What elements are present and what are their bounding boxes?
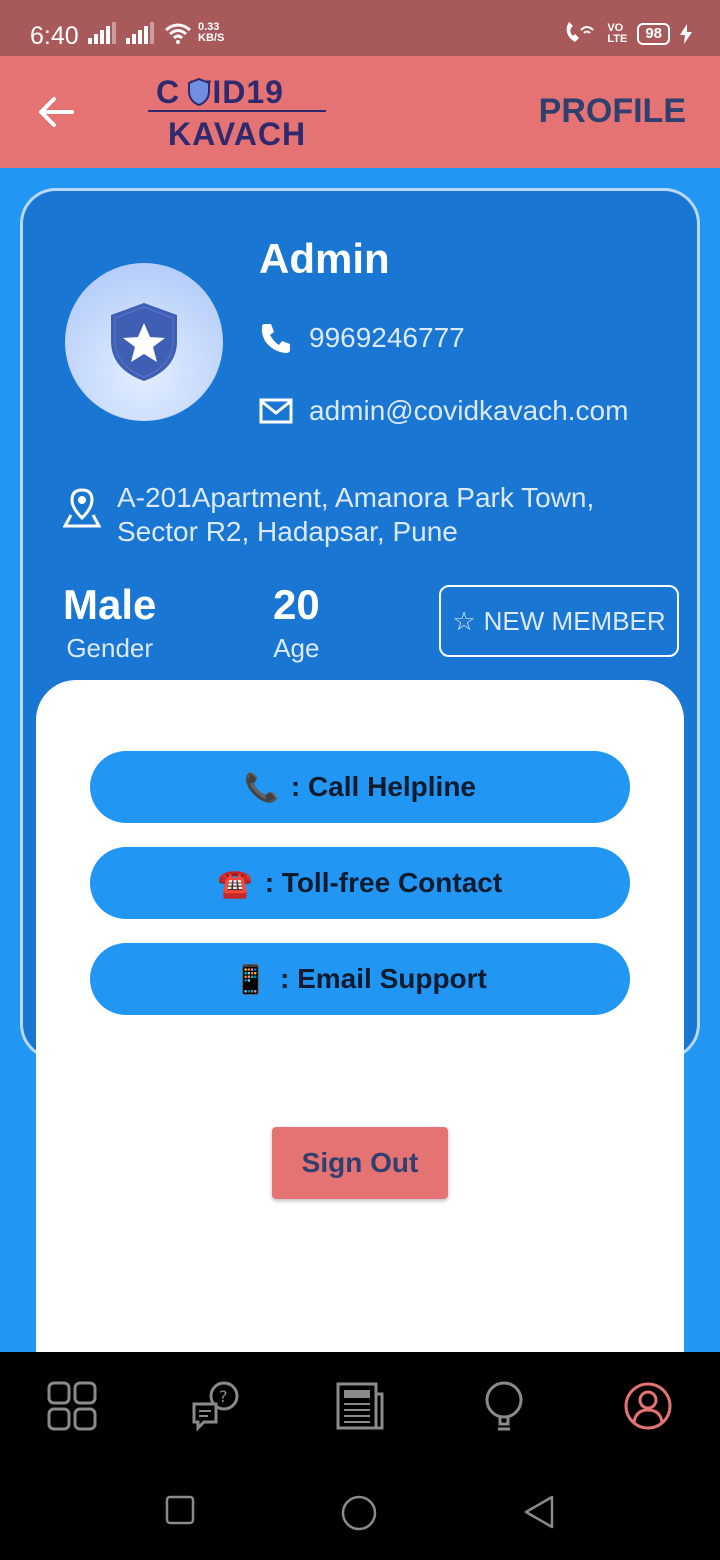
logo-divider: [148, 110, 326, 112]
call-helpline-label: : Call Helpline: [290, 771, 477, 802]
signal-strength-icon: [88, 22, 116, 44]
toll-free-contact-label: : Toll-free Contact: [264, 867, 503, 898]
logo-bottom-text: KAVACH: [168, 116, 307, 152]
back-icon[interactable]: [522, 1494, 556, 1530]
app-bar: C VID19 KAVACH PROFILE: [0, 56, 720, 168]
battery-icon: 98: [637, 23, 670, 45]
telephone-icon: ☎️: [217, 866, 253, 900]
signal-strength-icon-2: [126, 22, 154, 44]
email-support-label: : Email Support: [279, 963, 487, 994]
age-value: 20: [273, 581, 320, 628]
address-line-1: A-201Apartment, Amanora Park Town,: [117, 482, 595, 513]
net-speed-unit: KB/S: [198, 32, 225, 44]
status-right: VO LTE 98: [563, 22, 692, 46]
police-badge-icon: [111, 303, 177, 381]
action-panel: 📞 : Call Helpline ☎️ : Toll-free Contact…: [36, 680, 684, 1380]
bottom-nav: ?: [0, 1352, 720, 1460]
battery-level: 98: [645, 25, 662, 42]
dashboard-icon[interactable]: [46, 1380, 98, 1432]
gender-stat: Male Gender: [63, 581, 156, 664]
profile-icon[interactable]: [622, 1380, 674, 1432]
telephone-receiver-icon: 📞: [243, 770, 279, 804]
page-title: PROFILE: [538, 92, 686, 130]
call-helpline-button[interactable]: 📞 : Call Helpline: [90, 751, 630, 823]
mobile-phone-icon: 📱: [233, 962, 268, 996]
address-row: A-201Apartment, Amanora Park Town, Secto…: [63, 481, 594, 549]
news-icon[interactable]: [334, 1380, 386, 1432]
age-label: Age: [273, 633, 320, 663]
user-name: Admin: [259, 235, 390, 282]
status-bar: 6:40 0.33 KB/S VO LTE 98: [0, 0, 720, 56]
svg-text:?: ?: [219, 1387, 228, 1406]
star-icon: ☆: [452, 605, 476, 636]
home-icon[interactable]: [340, 1494, 378, 1532]
net-speed: 0.33 KB/S: [198, 22, 224, 44]
status-time: 6:40: [30, 22, 79, 50]
email-row: admin@covidkavach.com: [259, 395, 628, 427]
phone-number: 9969246777: [309, 322, 465, 353]
system-nav-bar: [0, 1460, 720, 1560]
charging-icon: [680, 24, 692, 44]
map-pin-icon: [63, 488, 101, 528]
volte-indicator: VO LTE: [607, 23, 627, 45]
gender-value: Male: [63, 581, 157, 628]
faq-chat-icon[interactable]: ?: [190, 1380, 242, 1432]
address-text: A-201Apartment, Amanora Park Town, Secto…: [117, 481, 594, 549]
logo-shield-icon: [188, 78, 210, 106]
gender-label: Gender: [66, 633, 154, 663]
wifi-calling-icon: [567, 22, 595, 42]
avatar: [65, 263, 223, 421]
address-line-2: Sector R2, Hadapsar, Pune: [117, 516, 458, 547]
phone-row: 9969246777: [259, 321, 465, 355]
volte-bottom: LTE: [607, 33, 628, 45]
new-member-badge: ☆ NEW MEMBER: [439, 585, 679, 657]
logo-top-text: C VID19: [156, 74, 284, 110]
toll-free-contact-button[interactable]: ☎️ : Toll-free Contact: [90, 847, 630, 919]
email-support-button[interactable]: 📱 : Email Support: [90, 943, 630, 1015]
phone-icon: [261, 324, 290, 353]
new-member-label: NEW MEMBER: [483, 605, 666, 636]
covid19-kavach-logo: C VID19 KAVACH: [148, 74, 328, 152]
email-address: admin@covidkavach.com: [309, 395, 629, 426]
age-stat: 20 Age: [273, 581, 320, 664]
back-arrow-icon[interactable]: [36, 92, 76, 132]
tips-bulb-icon[interactable]: [478, 1380, 530, 1432]
mail-icon: [259, 398, 293, 424]
recent-apps-icon[interactable]: [164, 1494, 196, 1526]
wifi-icon: [165, 23, 191, 44]
signal-icons: [88, 22, 192, 44]
sign-out-button[interactable]: Sign Out: [272, 1127, 448, 1199]
